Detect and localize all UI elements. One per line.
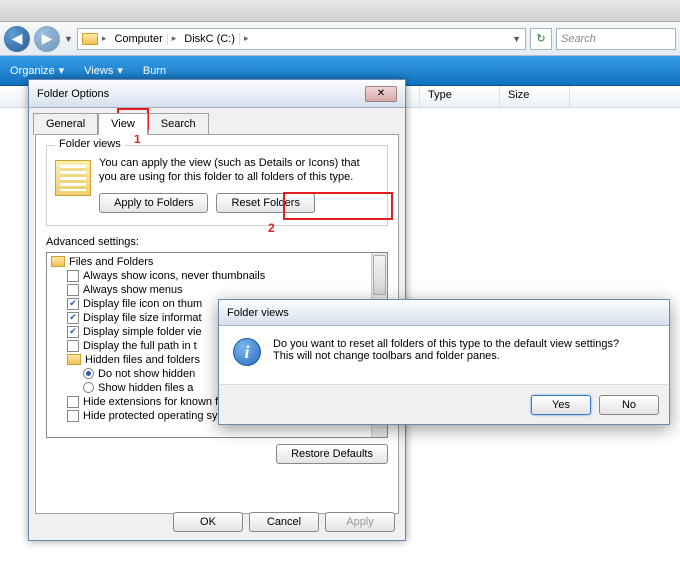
group-title: Folder views bbox=[55, 138, 125, 150]
yes-button[interactable]: Yes bbox=[531, 395, 591, 415]
no-button[interactable]: No bbox=[599, 395, 659, 415]
tab-view[interactable]: View bbox=[98, 113, 148, 135]
dialog-buttons: OK Cancel Apply bbox=[173, 512, 395, 532]
confirm-title: Folder views bbox=[227, 307, 289, 319]
folder-icon[interactable] bbox=[67, 354, 81, 365]
breadcrumb-computer[interactable]: Computer bbox=[110, 33, 167, 45]
address-bar[interactable]: ▸ Computer ▸ DiskC (C:) ▸ ▼ bbox=[77, 28, 526, 50]
checkbox[interactable] bbox=[67, 326, 79, 338]
confirm-titlebar: Folder views bbox=[219, 300, 669, 326]
folder-icon bbox=[55, 160, 91, 196]
back-button[interactable]: ◀ bbox=[4, 26, 30, 52]
views-menu[interactable]: Views ▾ bbox=[84, 64, 123, 77]
confirm-dialog: Folder views i Do you want to reset all … bbox=[218, 299, 670, 425]
chevron-right-icon: ▸ bbox=[242, 33, 251, 44]
search-input[interactable]: Search bbox=[556, 28, 676, 50]
checkbox[interactable] bbox=[67, 270, 79, 282]
tab-search[interactable]: Search bbox=[148, 113, 209, 135]
radio-button[interactable] bbox=[83, 382, 94, 393]
tree-item-label: Display file icon on thum bbox=[83, 298, 202, 310]
checkbox[interactable] bbox=[67, 340, 79, 352]
radio-button[interactable] bbox=[83, 368, 94, 379]
advanced-settings-label: Advanced settings: bbox=[46, 236, 388, 248]
confirm-body: i Do you want to reset all folders of th… bbox=[219, 326, 669, 384]
checkbox[interactable] bbox=[67, 312, 79, 324]
address-dropdown-icon[interactable]: ▼ bbox=[512, 34, 521, 44]
ok-button[interactable]: OK bbox=[173, 512, 243, 532]
confirm-buttons: Yes No bbox=[219, 384, 669, 424]
confirm-line1: Do you want to reset all folders of this… bbox=[273, 338, 619, 350]
tab-strip: General View Search bbox=[29, 108, 405, 134]
refresh-button[interactable]: ↻ bbox=[530, 28, 552, 50]
tree-item-label: Display file size informat bbox=[83, 312, 202, 324]
col-type[interactable]: Type bbox=[420, 86, 500, 107]
checkbox[interactable] bbox=[67, 396, 79, 408]
apply-button[interactable]: Apply bbox=[325, 512, 395, 532]
navbar: ◀ ▶ ▼ ▸ Computer ▸ DiskC (C:) ▸ ▼ ↻ Sear… bbox=[0, 22, 680, 56]
dialog-title: Folder Options bbox=[37, 88, 109, 100]
info-icon: i bbox=[233, 338, 261, 366]
folder-icon bbox=[82, 33, 98, 45]
dialog-titlebar: Folder Options ✕ bbox=[29, 80, 405, 108]
forward-button[interactable]: ▶ bbox=[34, 26, 60, 52]
chevron-right-icon: ▸ bbox=[100, 33, 109, 44]
tree-item-label: Always show icons, never thumbnails bbox=[83, 270, 265, 282]
confirm-text: Do you want to reset all folders of this… bbox=[273, 338, 619, 384]
close-button[interactable]: ✕ bbox=[365, 86, 397, 102]
scrollbar-thumb[interactable] bbox=[373, 255, 386, 295]
tree-item[interactable]: Always show icons, never thumbnails bbox=[51, 269, 387, 283]
checkbox[interactable] bbox=[67, 284, 79, 296]
tree-item-label: Always show menus bbox=[83, 284, 183, 296]
tree-item-label: Hidden files and folders bbox=[85, 354, 200, 366]
checkbox[interactable] bbox=[67, 298, 79, 310]
cancel-button[interactable]: Cancel bbox=[249, 512, 319, 532]
col-size[interactable]: Size bbox=[500, 86, 570, 107]
folder-icon bbox=[51, 256, 65, 267]
tree-root-label: Files and Folders bbox=[69, 256, 153, 268]
folder-views-group: Folder views You can apply the view (suc… bbox=[46, 145, 388, 226]
titlebar bbox=[0, 0, 680, 22]
reset-folders-button[interactable]: Reset Folders bbox=[216, 193, 314, 213]
organize-menu[interactable]: Organize ▾ bbox=[10, 64, 64, 77]
tree-item-label: Display the full path in t bbox=[83, 340, 197, 352]
folder-views-text: You can apply the view (such as Details … bbox=[55, 156, 379, 185]
nav-dropdown-icon[interactable]: ▼ bbox=[64, 34, 73, 44]
burn-button[interactable]: Burn bbox=[143, 65, 166, 77]
breadcrumb-diskc[interactable]: DiskC (C:) bbox=[180, 33, 240, 45]
apply-to-folders-button[interactable]: Apply to Folders bbox=[99, 193, 208, 213]
tab-general[interactable]: General bbox=[33, 113, 98, 135]
confirm-line2: This will not change toolbars and folder… bbox=[273, 350, 619, 362]
tree-root: Files and Folders bbox=[51, 255, 387, 269]
tree-item-label: Do not show hidden bbox=[98, 368, 195, 380]
tree-item[interactable]: Always show menus bbox=[51, 283, 387, 297]
checkbox[interactable] bbox=[67, 410, 79, 422]
restore-defaults-button[interactable]: Restore Defaults bbox=[276, 444, 388, 464]
tree-item-label: Show hidden files a bbox=[98, 382, 193, 394]
tree-item-label: Display simple folder vie bbox=[83, 326, 202, 338]
chevron-right-icon: ▸ bbox=[170, 33, 179, 44]
